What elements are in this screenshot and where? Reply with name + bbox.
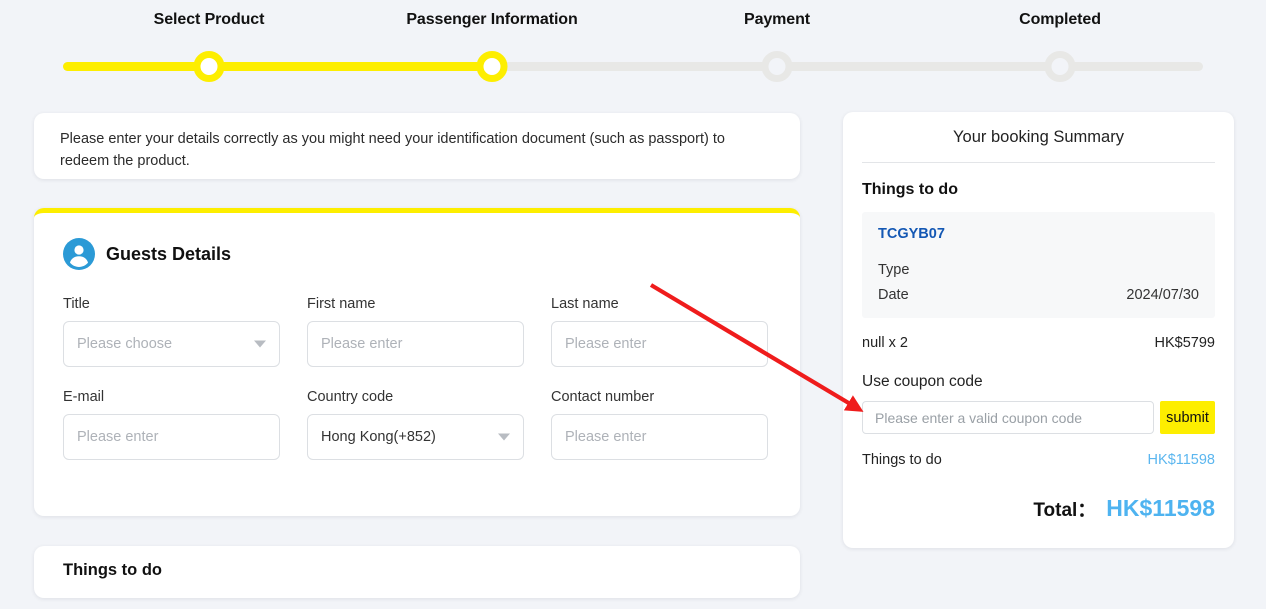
coupon-section-label: Use coupon code	[862, 373, 983, 390]
email-placeholder: Please enter	[77, 429, 159, 445]
summary-product-box: TCGYB07 Type Date 2024/07/30	[862, 212, 1215, 318]
booking-summary-card: Your booking Summary Things to do TCGYB0…	[843, 112, 1234, 548]
user-avatar-icon	[63, 238, 95, 270]
product-date-row: Date 2024/07/30	[878, 287, 1199, 303]
step-label-payment: Payment	[744, 11, 810, 28]
title-select[interactable]: Please choose	[63, 321, 280, 367]
email-input[interactable]: Please enter	[63, 414, 280, 460]
coupon-row: Please enter a valid coupon code submit	[862, 401, 1215, 434]
product-date-label: Date	[878, 287, 909, 303]
coupon-code-placeholder: Please enter a valid coupon code	[875, 409, 1083, 426]
checkout-progress-stepper: Select Product Passenger Information Pay…	[0, 0, 1266, 100]
step-label-select-product: Select Product	[153, 11, 265, 28]
last-name-placeholder: Please enter	[565, 336, 647, 352]
guest-field-row-2: E-mail Please enter Country code Hong Ko…	[63, 389, 771, 460]
field-label-country-code: Country code	[307, 389, 394, 405]
summary-line-item: null x 2 HK$5799	[862, 335, 1215, 351]
contact-number-placeholder: Please enter	[565, 429, 647, 445]
stepper-track-progress	[63, 62, 493, 71]
country-code-value: Hong Kong(+852)	[321, 429, 436, 445]
subtotal-label: Things to do	[862, 452, 942, 468]
caret-down-icon	[498, 433, 510, 441]
guests-details-header: Guests Details	[63, 238, 771, 270]
field-first-name: First name Please enter	[307, 296, 524, 367]
field-label-contact-number: Contact number	[551, 389, 655, 405]
notice-card: Please enter your details correctly as y…	[34, 113, 800, 179]
stepper-labels: Select Product Passenger Information Pay…	[0, 11, 1266, 33]
first-name-input[interactable]: Please enter	[307, 321, 524, 367]
field-last-name: Last name Please enter	[551, 296, 768, 367]
total-amount: HK$11598	[1106, 495, 1215, 521]
field-contact-number: Contact number Please enter	[551, 389, 768, 460]
guests-details-title: Guests Details	[106, 243, 232, 264]
guest-field-row-1: Title Please choose First name Please en…	[63, 296, 771, 367]
booking-summary-title: Your booking Summary	[862, 112, 1215, 163]
summary-subtotal-row: Things to do HK$11598	[862, 452, 1215, 468]
summary-section-title: Things to do	[862, 181, 958, 198]
subtotal-amount: HK$11598	[1147, 452, 1215, 468]
step-node-select-product[interactable]	[193, 51, 225, 82]
line-item-label: null x 2	[862, 335, 908, 351]
guests-details-card: Guests Details Title Please choose First…	[34, 208, 800, 516]
field-country-code: Country code Hong Kong(+852)	[307, 389, 524, 460]
field-label-title: Title	[63, 296, 90, 312]
field-label-email: E-mail	[63, 389, 105, 405]
line-item-amount: HK$5799	[1154, 335, 1215, 351]
step-label-completed: Completed	[1019, 11, 1101, 28]
title-select-placeholder: Please choose	[77, 336, 173, 352]
coupon-code-input[interactable]: Please enter a valid coupon code	[862, 401, 1154, 434]
field-email: E-mail Please enter	[63, 389, 280, 460]
total-label: Total：	[1033, 500, 1097, 521]
product-type-row: Type	[878, 262, 1199, 278]
summary-total-row: Total： HK$11598	[862, 495, 1215, 522]
country-code-select[interactable]: Hong Kong(+852)	[307, 414, 524, 460]
step-node-payment[interactable]	[761, 51, 793, 82]
step-node-completed[interactable]	[1044, 51, 1076, 82]
caret-down-icon	[254, 340, 266, 348]
step-label-passenger-information: Passenger Information	[406, 11, 578, 28]
product-code[interactable]: TCGYB07	[878, 226, 1199, 242]
step-node-passenger-information[interactable]	[476, 51, 508, 82]
notice-text: Please enter your details correctly as y…	[60, 131, 725, 170]
things-to-do-card-title: Things to do	[63, 561, 162, 579]
last-name-input[interactable]: Please enter	[551, 321, 768, 367]
field-label-last-name: Last name	[551, 296, 619, 312]
coupon-submit-button[interactable]: submit	[1160, 401, 1215, 434]
product-date-value: 2024/07/30	[1126, 287, 1199, 303]
contact-number-input[interactable]: Please enter	[551, 414, 768, 460]
field-title: Title Please choose	[63, 296, 280, 367]
first-name-placeholder: Please enter	[321, 336, 403, 352]
things-to-do-card[interactable]: Things to do	[34, 546, 800, 598]
field-label-first-name: First name	[307, 296, 376, 312]
product-type-label: Type	[878, 262, 910, 278]
